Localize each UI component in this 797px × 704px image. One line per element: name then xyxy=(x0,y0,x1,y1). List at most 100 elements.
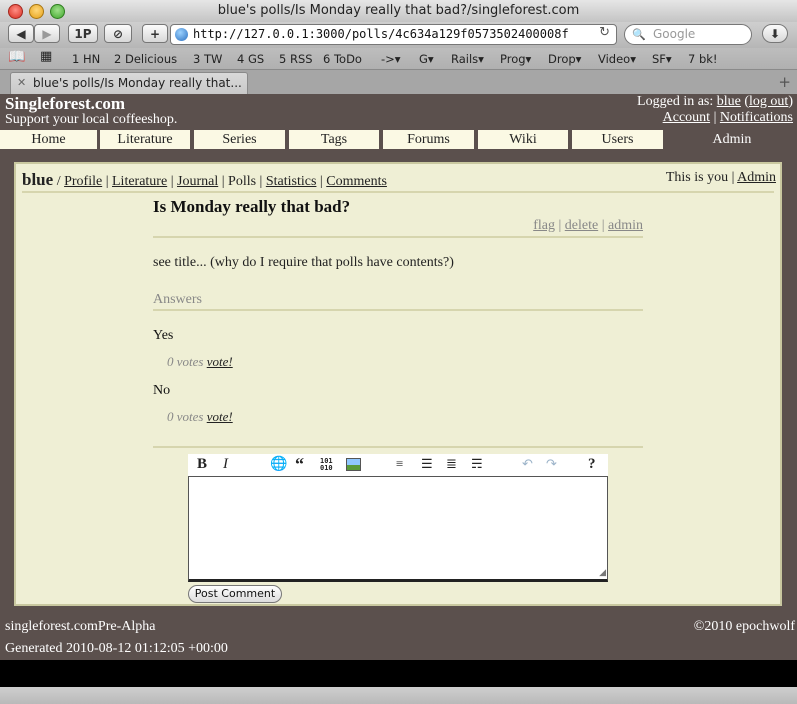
answer-text: Yes xyxy=(153,328,174,343)
content-panel: blue / Profile | Literature | Journal | … xyxy=(14,162,782,606)
onepassword-button[interactable]: 1P xyxy=(68,24,98,43)
profile-link[interactable]: Profile xyxy=(64,174,102,189)
forward-button[interactable]: ▶ xyxy=(34,24,60,43)
nav-home[interactable]: Home xyxy=(0,130,97,149)
image-icon[interactable] xyxy=(346,458,361,471)
bookmark-item[interactable]: 3 TW xyxy=(193,52,222,66)
this-is-you-label: This is you | xyxy=(665,170,735,185)
bookmark-item[interactable]: 7 bk! xyxy=(688,52,718,66)
bookmark-item[interactable]: 2 Delicious xyxy=(114,52,177,66)
bookmark-item[interactable]: 5 RSS xyxy=(279,52,313,66)
browser-toolbar: ◀ ▶ 1P ⊘ + http://127.0.0.1:3000/polls/4… xyxy=(0,22,797,48)
block-icon: ⊘ xyxy=(112,27,124,41)
grid-icon[interactable]: ▦ xyxy=(40,49,52,64)
block-button[interactable]: ⊘ xyxy=(104,24,132,43)
poll-title: Is Monday really that bad? xyxy=(153,197,351,216)
bookmark-menu[interactable]: ->▾ xyxy=(381,52,401,66)
bookmark-menu[interactable]: Video▾ xyxy=(598,52,636,66)
nav-literature[interactable]: Literature xyxy=(100,130,190,149)
window-titlebar: blue's polls/Is Monday really that bad?/… xyxy=(0,0,797,23)
divider xyxy=(153,236,643,238)
link-globe-icon[interactable]: 🌐 xyxy=(270,456,287,473)
bookmark-item[interactable]: 6 ToDo xyxy=(323,52,362,66)
resize-handle-icon[interactable]: ◢ xyxy=(599,568,606,578)
nav-admin[interactable]: Admin xyxy=(667,130,797,149)
answers-heading: Answers xyxy=(153,292,202,307)
flag-link[interactable]: flag xyxy=(533,218,555,233)
reload-icon[interactable]: ↻ xyxy=(599,25,610,40)
bullet-list-icon[interactable]: ☰ xyxy=(421,456,433,472)
code-icon[interactable]: 101 010 xyxy=(320,458,333,472)
login-info: Logged in as: blue (log out) Account | N… xyxy=(637,94,793,125)
vote-count: 0 votes xyxy=(167,409,204,424)
admin-link[interactable]: Admin xyxy=(737,170,776,185)
vote-link[interactable]: vote! xyxy=(207,409,233,424)
download-button[interactable]: ⬇ xyxy=(762,24,788,43)
comment-textarea[interactable]: ◢ xyxy=(188,476,608,582)
numbered-list-icon[interactable]: ≡ xyxy=(396,456,403,472)
bookmarks-bar: 📖 ▦ 1 HN 2 Delicious 3 TW 4 GS 5 RSS 6 T… xyxy=(0,48,797,69)
bookmark-menu[interactable]: Prog▾ xyxy=(500,52,531,66)
divider xyxy=(153,446,643,448)
comments-link[interactable]: Comments xyxy=(326,174,387,189)
quote-icon[interactable]: “ xyxy=(295,454,304,475)
post-comment-button[interactable]: Post Comment xyxy=(188,585,282,603)
url-text: http://127.0.0.1:3000/polls/4c634a129f05… xyxy=(193,27,569,41)
answer-votes: 0 votes vote! xyxy=(167,354,233,370)
help-icon[interactable]: ? xyxy=(588,456,596,473)
account-link[interactable]: Account xyxy=(663,110,710,125)
bookmark-item[interactable]: 1 HN xyxy=(72,52,100,66)
url-field[interactable]: http://127.0.0.1:3000/polls/4c634a129f05… xyxy=(170,24,617,45)
username-link[interactable]: blue xyxy=(717,94,741,109)
redo-icon[interactable]: ↷ xyxy=(546,456,557,472)
browser-status-bar xyxy=(0,687,797,704)
new-tab-icon[interactable]: + xyxy=(778,73,791,91)
divider xyxy=(153,309,643,311)
site-logo[interactable]: Singleforest.com xyxy=(5,94,125,114)
polls-current: Polls xyxy=(228,174,257,189)
delete-link[interactable]: delete xyxy=(565,218,598,233)
nav-tags[interactable]: Tags xyxy=(289,130,379,149)
back-arrow-icon: ◀ xyxy=(16,27,26,41)
italic-icon[interactable]: I xyxy=(223,456,228,473)
vote-count: 0 votes xyxy=(167,354,204,369)
nav-users[interactable]: Users xyxy=(572,130,663,149)
bookmark-menu[interactable]: Drop▾ xyxy=(548,52,581,66)
logout-link[interactable]: log out xyxy=(749,94,788,109)
tab-title: blue's polls/Is Monday really that... xyxy=(33,76,242,90)
bookmark-menu[interactable]: SF▾ xyxy=(652,52,672,66)
search-field[interactable]: 🔍 Google xyxy=(624,24,752,45)
search-icon: 🔍 xyxy=(632,28,646,41)
back-button[interactable]: ◀ xyxy=(8,24,34,43)
window-title: blue's polls/Is Monday really that bad?/… xyxy=(217,3,580,18)
add-bookmark-button[interactable]: + xyxy=(142,24,168,43)
horizontal-rule-icon[interactable]: ☴ xyxy=(471,456,483,472)
tab-current[interactable]: ✕ blue's polls/Is Monday really that... xyxy=(10,72,248,94)
close-tab-icon[interactable]: ✕ xyxy=(17,73,26,93)
vote-link[interactable]: vote! xyxy=(207,354,233,369)
tab-bar: ✕ blue's polls/Is Monday really that... … xyxy=(0,69,797,95)
answer-text: No xyxy=(153,383,171,398)
statistics-link[interactable]: Statistics xyxy=(266,174,317,189)
footer-stage: Pre-Alpha xyxy=(97,619,156,634)
poll-actions: flag | delete | admin xyxy=(533,218,643,233)
open-book-icon[interactable]: 📖 xyxy=(8,49,25,65)
heading-icon[interactable]: ≣ xyxy=(446,456,457,472)
nav-series[interactable]: Series xyxy=(194,130,285,149)
bookmark-menu[interactable]: Rails▾ xyxy=(451,52,484,66)
undo-icon[interactable]: ↶ xyxy=(522,456,533,472)
poll-body: see title... (why do I require that poll… xyxy=(153,255,454,270)
journal-link[interactable]: Journal xyxy=(177,174,218,189)
footer-copyright: ©2010 epochwolf xyxy=(693,619,795,634)
poll-admin-link[interactable]: admin xyxy=(608,218,643,233)
bold-icon[interactable]: B xyxy=(197,456,207,473)
bookmark-menu[interactable]: G▾ xyxy=(419,52,434,66)
plus-icon: + xyxy=(149,27,161,41)
literature-link[interactable]: Literature xyxy=(112,174,167,189)
nav-forums[interactable]: Forums xyxy=(383,130,474,149)
user-status: This is you | Admin xyxy=(666,170,776,186)
nav-wiki[interactable]: Wiki xyxy=(478,130,568,149)
notifications-link[interactable]: Notifications xyxy=(720,110,793,125)
site-page: Singleforest.com Support your local coff… xyxy=(0,94,797,660)
bookmark-item[interactable]: 4 GS xyxy=(237,52,264,66)
